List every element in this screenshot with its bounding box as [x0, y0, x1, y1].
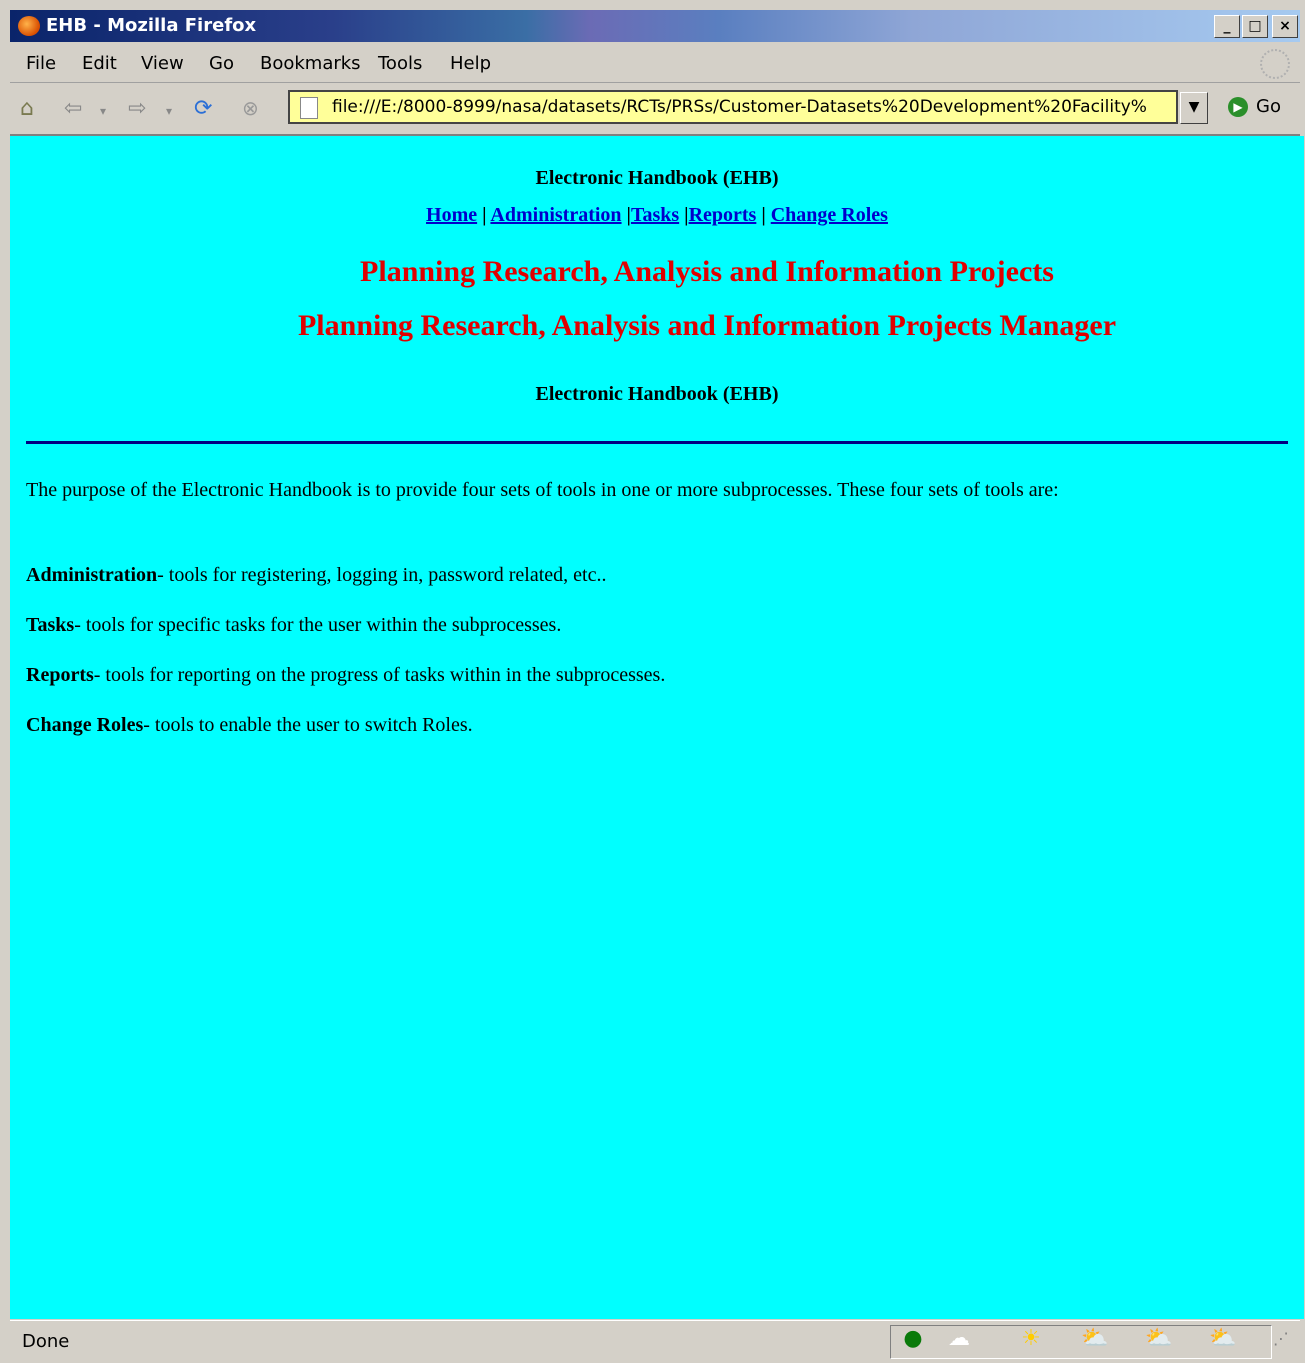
item-term: Administration [26, 564, 158, 586]
nav-change-roles-link[interactable]: Change Roles [771, 204, 888, 226]
nav-separator: | [482, 204, 487, 226]
item-term: Reports [26, 664, 94, 686]
menu-go[interactable]: Go [209, 53, 234, 74]
title-bar: EHB - Mozilla Firefox _ □ × [10, 10, 1300, 42]
item-description: - tools for reporting on the progress of… [93, 664, 666, 686]
firefox-logo-icon [18, 16, 40, 36]
nav-tasks-link[interactable]: Tasks [631, 204, 679, 226]
menu-view[interactable]: View [141, 53, 184, 74]
partly-cloudy-icon[interactable]: ⛅ [1206, 1328, 1240, 1350]
nav-separator: | [761, 204, 766, 226]
go-label: Go [1256, 96, 1281, 117]
item-term: Change Roles [26, 714, 144, 736]
ehb-title-top: Electronic Handbook (EHB) [535, 167, 779, 189]
item-administration: Administration- tools for registering, l… [26, 561, 606, 589]
nav-links: Home | Administration |Tasks |Reports | … [10, 204, 1304, 227]
menu-bookmarks[interactable]: Bookmarks [260, 53, 361, 74]
partly-cloudy-icon[interactable]: ⛅ [1078, 1328, 1112, 1350]
go-arrow-icon: ▶ [1228, 97, 1248, 117]
navigation-toolbar: ⌂ ⇦ ▾ ⇨ ▾ ⟳ ⊗ file:///E:/8000-8999/nasa/… [10, 84, 1300, 136]
item-description: - tools to enable the user to switch Rol… [143, 714, 473, 736]
stop-icon[interactable]: ⊗ [242, 96, 259, 120]
back-icon[interactable]: ⇦ [64, 96, 82, 121]
menu-bar: File Edit View Go Bookmarks Tools Help [10, 44, 1300, 83]
url-dropdown-button[interactable]: ▼ [1180, 92, 1208, 124]
page-heading-projects: Planning Research, Analysis and Informat… [360, 255, 1054, 288]
nav-reports-link[interactable]: Reports [689, 204, 757, 226]
back-dropdown-icon[interactable]: ▾ [100, 104, 106, 118]
minimize-button[interactable]: _ [1214, 15, 1240, 38]
go-button[interactable]: ▶ Go [1228, 96, 1281, 117]
item-change-roles: Change Roles- tools to enable the user t… [26, 711, 473, 739]
resize-grip-icon[interactable]: ⋰ [1264, 1328, 1298, 1350]
partly-cloudy-icon[interactable]: ⛅ [1142, 1328, 1176, 1350]
menu-edit[interactable]: Edit [82, 53, 117, 74]
page-icon [300, 97, 318, 119]
close-button[interactable]: × [1272, 15, 1298, 38]
page-heading-manager: Planning Research, Analysis and Informat… [297, 309, 1117, 342]
item-term: Tasks [26, 614, 75, 636]
url-text[interactable]: file:///E:/8000-8999/nasa/datasets/RCTs/… [332, 97, 1170, 117]
menu-tools[interactable]: Tools [378, 53, 422, 74]
nav-home-link[interactable]: Home [426, 204, 477, 226]
status-bar: Done ● ☁ ☀ ⛅ ⛅ ⛅ ⋰ [10, 1320, 1300, 1361]
nav-administration-link[interactable]: Administration [490, 204, 621, 226]
ehb-title-bottom: Electronic Handbook (EHB) [535, 383, 779, 405]
sun-icon[interactable]: ☀ [1014, 1328, 1048, 1350]
item-reports: Reports- tools for reporting on the prog… [26, 661, 665, 689]
online-indicator-icon[interactable]: ● [896, 1328, 930, 1350]
window-title: EHB - Mozilla Firefox [46, 15, 257, 36]
reload-icon[interactable]: ⟳ [194, 96, 212, 121]
forward-icon[interactable]: ⇨ [128, 96, 146, 121]
menu-file[interactable]: File [26, 53, 56, 74]
status-text: Done [22, 1331, 70, 1352]
home-icon[interactable]: ⌂ [20, 96, 34, 121]
page-content: Electronic Handbook (EHB) Home | Adminis… [10, 136, 1304, 1319]
item-tasks: Tasks- tools for specific tasks for the … [26, 611, 561, 639]
menu-help[interactable]: Help [450, 53, 491, 74]
item-description: - tools for specific tasks for the user … [74, 614, 562, 636]
url-bar[interactable]: file:///E:/8000-8999/nasa/datasets/RCTs/… [288, 90, 1178, 124]
forward-dropdown-icon[interactable]: ▾ [166, 104, 172, 118]
maximize-button[interactable]: □ [1242, 15, 1268, 38]
throbber-icon [1260, 49, 1290, 79]
horizontal-rule [26, 441, 1288, 444]
intro-text: The purpose of the Electronic Handbook i… [26, 479, 1059, 501]
cloud-icon[interactable]: ☁ [942, 1328, 976, 1350]
item-description: - tools for registering, logging in, pas… [157, 564, 607, 586]
